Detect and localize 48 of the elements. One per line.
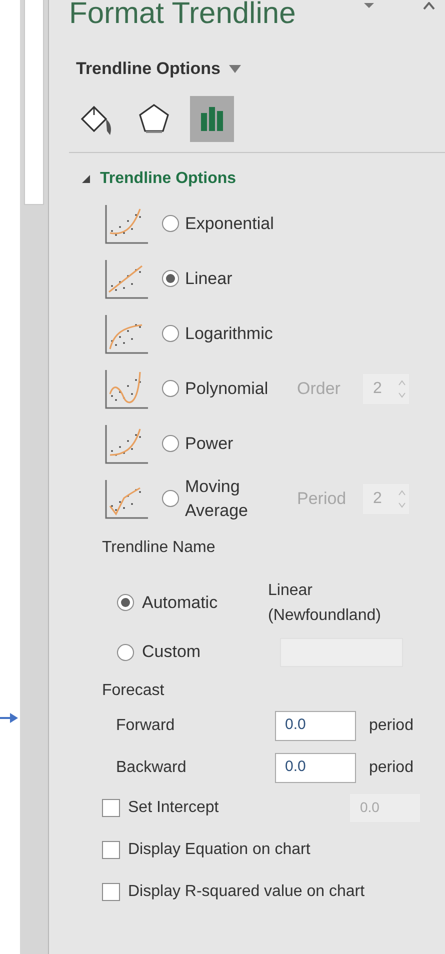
unit-label: period (369, 758, 414, 778)
checkbox-label[interactable]: Display R-squared value on chart (128, 880, 365, 904)
caret-icon (228, 64, 241, 73)
trend-type-label[interactable]: Logarithmic (185, 322, 289, 346)
forecast-field-label: Forward (116, 716, 176, 736)
radio-button[interactable] (162, 215, 179, 232)
radio-button[interactable] (162, 270, 179, 287)
trendline-chart-icon (104, 368, 150, 410)
options-menu[interactable]: Trendline Options (76, 56, 241, 82)
section-header[interactable]: Trendline Options (82, 166, 236, 190)
radio-button[interactable] (162, 325, 179, 342)
checkbox-label[interactable]: Display Equation on chart (128, 838, 310, 862)
checkbox[interactable] (102, 840, 120, 858)
close-icon[interactable] (423, 2, 435, 10)
unit-label: period (369, 716, 414, 736)
trendline-chart-icon (104, 312, 150, 354)
spinner-label: Period (297, 488, 347, 510)
checkbox-label[interactable]: Set Intercept (128, 796, 219, 820)
expand-triangle-icon (82, 174, 90, 182)
trend-type-label[interactable]: Power (185, 432, 289, 456)
forecast-field-label: Backward (116, 758, 188, 778)
trend-type-label[interactable]: Exponential (185, 212, 289, 236)
arrow-icon (0, 712, 18, 724)
panel-title: Format Trendline (69, 0, 296, 32)
radio-button[interactable] (117, 594, 134, 611)
trendline-chart-icon (104, 478, 150, 520)
scrollbar-thumb[interactable] (24, 0, 44, 205)
radio-button[interactable] (162, 435, 179, 452)
forecast-label: Forecast (102, 680, 166, 700)
radio-button[interactable] (162, 490, 179, 507)
trend-type-label[interactable]: Linear (185, 266, 289, 290)
trendline-name-label: Trendline Name (102, 538, 216, 558)
trendline-chart-icon (104, 202, 150, 244)
radio-button[interactable] (117, 644, 134, 660)
checkbox[interactable] (102, 882, 120, 900)
trendline-chart-icon (104, 258, 150, 300)
checkbox[interactable] (102, 798, 120, 816)
radio-button[interactable] (162, 380, 179, 397)
automatic-name: Linear (Newfoundland) (268, 580, 382, 626)
spinner-label: Order (297, 378, 342, 400)
trendline-chart-icon (104, 422, 150, 464)
caret-icon[interactable] (363, 2, 375, 10)
forecast-input[interactable]: 0.0 (275, 710, 356, 740)
trend-type-label[interactable]: Polynomial (185, 376, 289, 400)
forecast-input[interactable]: 0.0 (275, 752, 356, 782)
name-option-label[interactable]: Custom (142, 639, 268, 665)
trend-type-label[interactable]: Moving Average (185, 474, 289, 522)
name-option-label[interactable]: Automatic (142, 590, 268, 616)
